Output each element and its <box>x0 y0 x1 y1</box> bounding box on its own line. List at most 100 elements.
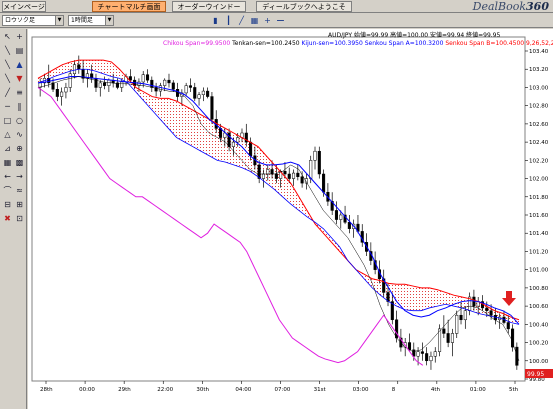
candle-body <box>167 79 171 84</box>
y-tick-label: 101.40 <box>529 231 549 237</box>
delete-icon[interactable]: ✖ <box>2 213 13 224</box>
candlestick-icon[interactable]: ┃ <box>223 15 234 26</box>
price-axis: 103.40 103.20 103.00 102.80 102.60 102.40 102.… <box>525 49 549 383</box>
candles-layer <box>38 55 519 370</box>
candle-body <box>201 90 205 95</box>
candle-body <box>158 85 162 92</box>
grid-icon[interactable]: ▦ <box>249 15 260 26</box>
arrow-left-icon[interactable]: ← <box>2 171 13 182</box>
zoom-out-icon[interactable]: − <box>275 15 286 26</box>
table-icon[interactable]: ▦ <box>2 157 13 168</box>
label-icon[interactable]: ⊟ <box>2 199 13 210</box>
fan-icon[interactable]: ⊿ <box>2 143 13 154</box>
candle-body <box>347 222 351 229</box>
y-tick-label: 100.00 <box>529 359 549 365</box>
candle-body <box>313 150 317 161</box>
y-tick-label: 100.40 <box>529 322 549 328</box>
x-tick-label: 03:00 <box>353 387 369 393</box>
line-chart-icon[interactable]: ╱ <box>236 15 247 26</box>
pointer-icon[interactable]: ↖ <box>2 31 13 42</box>
ruler-icon[interactable]: ⊞ <box>14 199 25 210</box>
wave-icon[interactable]: ≈ <box>14 185 25 196</box>
rectangle-icon[interactable]: □ <box>2 115 13 126</box>
arrow-right-icon[interactable]: → <box>14 171 25 182</box>
cycle-icon[interactable]: ⊕ <box>14 143 25 154</box>
y-tick-label: 103.40 <box>529 49 549 55</box>
channel-icon[interactable]: ╱ <box>2 87 13 98</box>
layout-select[interactable]: ロウソク足 ▼ <box>2 15 64 26</box>
last-price-tag: 99.95 <box>525 369 553 378</box>
top-tab-bar: メインページ チャートマルチ画面 オーダーウインドー ディールブックへようこそ … <box>0 0 553 13</box>
indicator-value: Senkou Span A=100.3200 <box>363 40 444 47</box>
candle-body <box>442 328 446 334</box>
candle-body <box>197 94 201 99</box>
candle-body <box>407 342 412 351</box>
candle-body <box>249 141 253 157</box>
drawing-tool-palette: ↖ + ╲ ▤ ╲ ▲ ╲ ▼ ╱ ≡ ─ ‖ □ ○ △ ∿ ⊿ ⊕ ▦ ▩ … <box>0 29 27 409</box>
y-tick-label: 103.20 <box>529 67 549 73</box>
candle-body <box>459 314 463 321</box>
candle-body <box>171 82 175 90</box>
candle-body <box>455 314 459 334</box>
candle-body <box>433 351 437 357</box>
down-arrow-marker <box>502 291 516 306</box>
tab-welcome[interactable]: ディールブックへようこそ <box>256 1 352 12</box>
arc-icon[interactable]: ⌒ <box>2 185 13 196</box>
chart-panel[interactable]: 103.40 103.20 103.00 102.80 102.60 102.40 102.… <box>28 29 553 409</box>
horizontal-line-icon[interactable]: ─ <box>2 101 13 112</box>
y-tick-label: 101.80 <box>529 195 549 201</box>
zoom-in-icon[interactable]: + <box>262 15 273 26</box>
kumo-cloud <box>38 60 519 325</box>
ray-icon[interactable]: ╲ <box>2 59 13 70</box>
candle-body <box>193 87 197 99</box>
candle-body <box>206 90 210 97</box>
fib-icon[interactable]: ≡ <box>14 87 25 98</box>
candle-body <box>300 176 304 184</box>
settings-icon[interactable]: ⊡ <box>14 213 25 224</box>
candle-body <box>210 96 214 120</box>
triangle-icon[interactable]: △ <box>2 129 13 140</box>
candle-body <box>463 310 467 321</box>
tab-chart-multi[interactable]: チャートマルチ画面 <box>92 1 166 12</box>
parallel-lines-icon[interactable]: ‖ <box>14 101 25 112</box>
x-tick-label: 04:00 <box>235 387 251 393</box>
candle-body <box>145 74 150 81</box>
tab-main-page[interactable]: メインページ <box>2 1 46 12</box>
candle-body <box>416 351 420 357</box>
candle-body <box>184 85 188 94</box>
candle-body <box>163 79 167 86</box>
period-select[interactable]: 1時間足 ▼ <box>68 15 114 26</box>
vertical-line-icon[interactable]: ╲ <box>2 73 13 84</box>
candle-body <box>103 82 107 86</box>
candle-body <box>64 87 68 93</box>
bar-chart-icon[interactable]: ▮ <box>210 15 221 26</box>
x-tick-label: 22:00 <box>157 387 173 393</box>
candle-body <box>266 169 270 175</box>
x-tick-label: 01:00 <box>470 387 486 393</box>
candle-body <box>188 85 192 88</box>
candle-body <box>485 307 489 311</box>
pen-icon[interactable]: ∿ <box>14 129 25 140</box>
last-price-label: 99.95 <box>527 371 544 378</box>
plot-frame <box>31 36 526 382</box>
ichimoku-chart[interactable]: 103.40 103.20 103.00 102.80 102.60 102.40 102.… <box>28 29 553 409</box>
candle-body <box>274 173 278 179</box>
chevron-down-icon[interactable]: ▼ <box>55 16 63 25</box>
arrow-up-icon[interactable]: ▲ <box>14 59 25 70</box>
x-tick-label: 30th <box>196 387 209 393</box>
candle-body <box>287 173 291 179</box>
candle-body <box>120 81 124 88</box>
crosshair-icon[interactable]: + <box>14 31 25 42</box>
draw-line-icon[interactable]: ╲ <box>2 45 13 56</box>
ellipse-icon[interactable]: ○ <box>14 115 25 126</box>
grid-tool-icon[interactable]: ▩ <box>14 157 25 168</box>
candle-body <box>77 64 81 70</box>
candle-body <box>283 171 287 175</box>
x-tick-label: 4th <box>431 387 441 393</box>
indicator-value: Tenkan-sen=100.2450 <box>230 40 300 47</box>
arrow-down-icon[interactable]: ▼ <box>14 73 25 84</box>
trend-line-icon[interactable]: ▤ <box>14 45 25 56</box>
y-tick-label: 100.60 <box>529 304 549 310</box>
tab-order-window[interactable]: オーダーウインドー <box>172 1 246 12</box>
chevron-down-icon[interactable]: ▼ <box>105 16 113 25</box>
